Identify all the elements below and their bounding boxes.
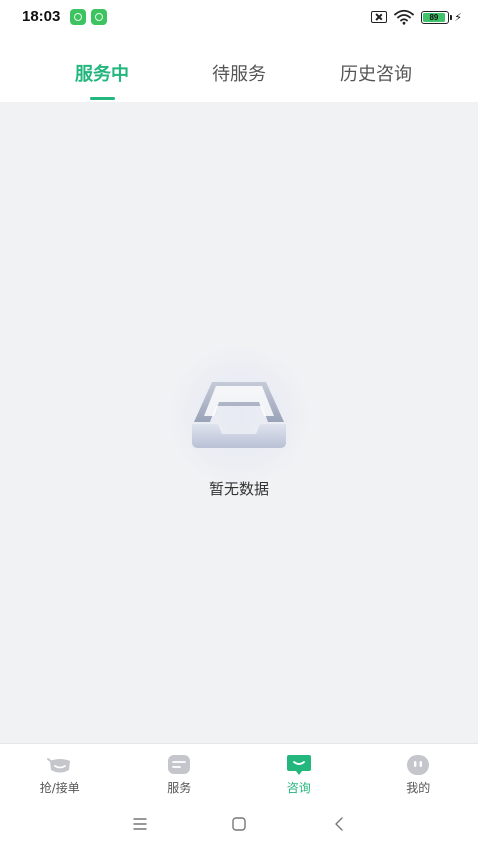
system-nav-bar [0,800,478,850]
tab-history-consult[interactable]: 历史咨询 [274,34,478,102]
nav-label: 我的 [406,781,431,795]
status-bar: 18:03 89 ⚡ [0,0,478,34]
home-icon[interactable] [227,812,251,836]
tab-label: 服务中 [75,64,129,85]
wifi-icon [394,9,415,25]
nav-item-profile[interactable]: 我的 [359,744,478,800]
nav-item-grab-order[interactable]: 抢/接单 [0,744,120,800]
profile-icon [407,755,430,775]
content-area[interactable]: 暂无数据 [0,102,478,743]
status-time: 18:03 [22,8,61,25]
nav-item-service[interactable]: 服务 [120,744,240,800]
bottom-nav: 抢/接单 服务 咨询 我的 [0,743,478,800]
grab-order-icon [46,758,70,773]
tab-pending-service[interactable]: 待服务 [204,34,274,102]
nav-label: 咨询 [286,781,311,795]
battery-icon: 89 [421,10,453,24]
consult-icon [286,755,311,775]
menu-icon[interactable] [128,812,152,836]
no-sim-icon [371,11,388,23]
empty-state-text: 暂无数据 [208,480,269,498]
nav-label: 服务 [167,781,192,795]
service-icon [168,755,191,774]
tab-in-service[interactable]: 服务中 [0,34,204,102]
empty-box-icon [167,346,311,488]
battery-level: 89 [423,12,445,22]
nav-item-consult[interactable]: 咨询 [239,744,359,800]
nav-label: 抢/接单 [39,781,80,795]
tab-bar: 服务中 待服务 历史咨询 [0,34,478,102]
tab-label: 待服务 [212,64,266,85]
app-notification-icon [70,9,86,25]
status-indicators: 89 ⚡ [371,8,462,26]
back-icon[interactable] [328,812,352,836]
tab-label: 历史咨询 [340,64,412,85]
app-notification-icon [91,9,107,25]
active-tab-indicator [90,97,115,100]
charging-icon: ⚡ [454,10,462,24]
